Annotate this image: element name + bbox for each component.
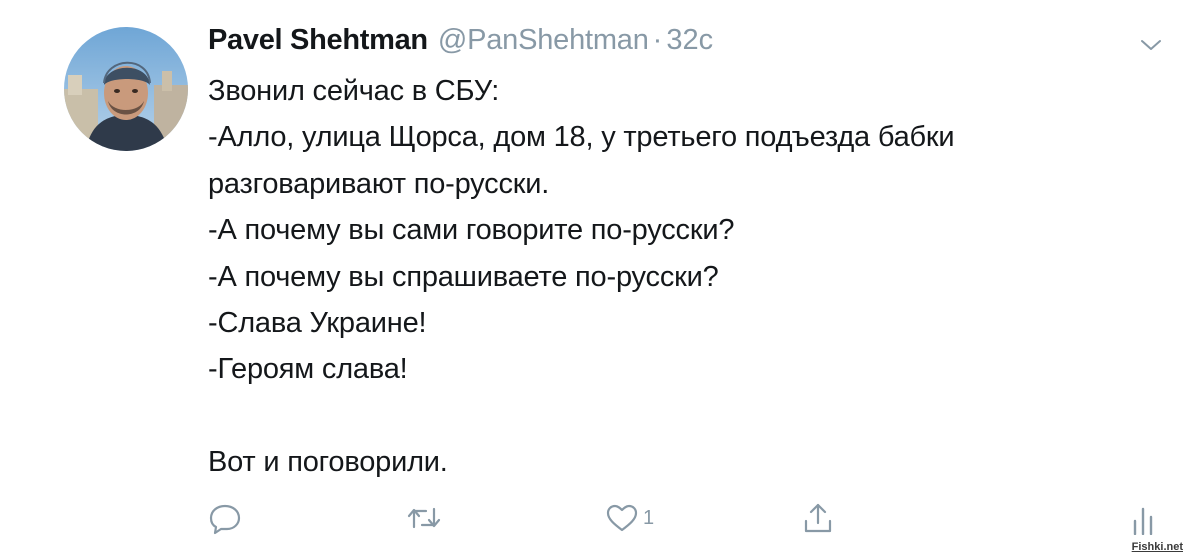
reply-icon (209, 504, 241, 535)
tweet-text-line: Звонил сейчас в СБУ: (208, 75, 500, 107)
tweet-text-line: -Героям слава! (208, 353, 408, 386)
like-count: 1 (643, 506, 655, 529)
like-icon (606, 504, 638, 532)
author-handle[interactable]: @PanShehtman (438, 24, 649, 57)
tweet-card[interactable]: Pavel Shehtman @PanShehtman · 32с Звонил… (0, 0, 1187, 555)
avatar-image (64, 27, 188, 151)
avatar[interactable] (64, 27, 188, 151)
watermark: Fishki.net (1131, 541, 1183, 553)
tweet-text-line: -А почему вы сами говорите по-русски? (208, 214, 735, 247)
tweet-text-line: -Алло, улица Щорса, дом 18, у третьего п… (208, 121, 955, 154)
chevron-down-icon[interactable] (1140, 38, 1162, 52)
analytics-button[interactable] (1128, 500, 1158, 536)
tweet-text-line: Вот и поговорили. (208, 446, 448, 479)
tweet-text-line (208, 393, 1168, 439)
tweet-text-line: разговаривают по-русски. (208, 167, 550, 200)
tweet-actions: 1 (0, 500, 1187, 540)
tweet-text-line: -А почему вы спрашиваете по-русски? (208, 260, 719, 293)
reply-button[interactable] (208, 500, 242, 536)
share-icon (804, 503, 832, 533)
analytics-icon (1133, 507, 1153, 535)
tweet-text: Звонил сейчас в СБУ: -Алло, улица Щорса,… (208, 68, 1168, 486)
retweet-button[interactable] (405, 500, 443, 536)
share-button[interactable] (801, 500, 835, 536)
separator-dot: · (652, 24, 663, 56)
author-display-name[interactable]: Pavel Shehtman (208, 24, 428, 57)
tweet-text-line: -Слава Украине! (208, 306, 427, 339)
retweet-icon (407, 507, 441, 529)
like-button[interactable]: 1 (605, 500, 654, 536)
tweet-timestamp[interactable]: 32с (666, 24, 713, 57)
tweet-header: Pavel Shehtman @PanShehtman · 32с (208, 24, 713, 64)
